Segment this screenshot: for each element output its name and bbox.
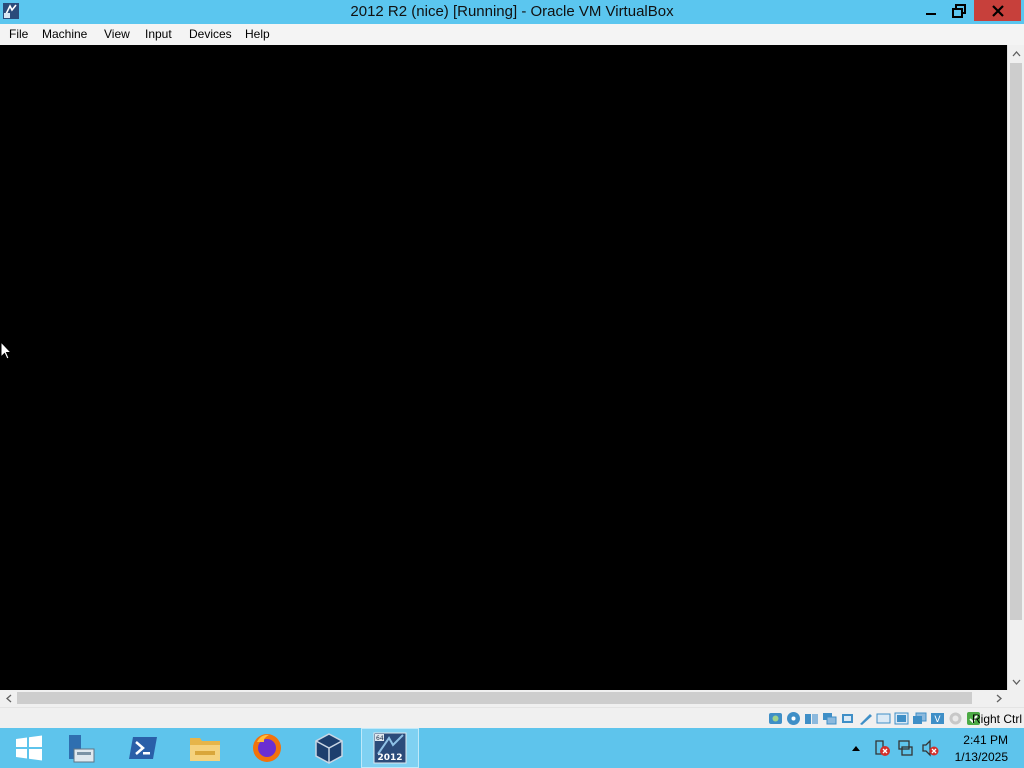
menu-machine[interactable]: Machine: [40, 27, 89, 41]
volume-button[interactable]: [921, 728, 939, 768]
vertical-scrollbar[interactable]: [1007, 45, 1024, 690]
taskbar-clock[interactable]: 2:41 PM 1/13/2025: [955, 732, 1008, 766]
close-button[interactable]: [974, 0, 1021, 21]
taskbar-vm-2012[interactable]: 64 2012: [361, 728, 419, 768]
show-hidden-icons-chevron: [852, 746, 860, 751]
action-center-button[interactable]: [873, 728, 891, 768]
chevron-down-icon: [1012, 679, 1021, 685]
restore-icon: [952, 3, 966, 18]
clock-time: 2:41 PM: [963, 733, 1008, 747]
usb-icon[interactable]: [839, 711, 856, 726]
chevron-up-icon: [1012, 50, 1021, 56]
menu-input[interactable]: Input: [143, 27, 174, 41]
window-title: 2012 R2 (nice) [Running] - Oracle VM Vir…: [350, 3, 674, 20]
mouse-integration-icon[interactable]: [947, 711, 964, 726]
host-key-label[interactable]: Right Ctrl: [972, 712, 1022, 726]
show-hidden-icons-button[interactable]: [851, 728, 861, 768]
menu-help[interactable]: Help: [243, 27, 272, 41]
file-explorer-icon: [190, 738, 220, 761]
scroll-down-button[interactable]: [1008, 673, 1024, 690]
horizontal-scroll-thumb[interactable]: [17, 692, 972, 704]
taskbar-virtualbox[interactable]: [300, 728, 358, 768]
minimize-button[interactable]: [917, 0, 945, 21]
audio-icon[interactable]: [803, 711, 820, 726]
menu-file[interactable]: File: [7, 27, 30, 41]
scrollbar-corner: [1007, 690, 1024, 707]
network-tray-button[interactable]: [897, 728, 915, 768]
taskbar-file-explorer[interactable]: [176, 728, 234, 768]
taskbar-firefox[interactable]: [238, 728, 296, 768]
vm-2012-icon: 64 2012: [373, 732, 407, 764]
virtualbox-icon: [315, 733, 343, 764]
svg-text:64: 64: [376, 735, 384, 742]
clock-date: 1/13/2025: [954, 750, 1008, 764]
restore-button[interactable]: [945, 0, 973, 21]
status-bar: V Right Ctrl: [0, 707, 1024, 729]
taskbar-powershell[interactable]: [114, 728, 172, 768]
start-button[interactable]: [0, 728, 58, 768]
svg-text:2012: 2012: [377, 753, 402, 763]
title-bar[interactable]: 2012 R2 (nice) [Running] - Oracle VM Vir…: [0, 0, 1024, 25]
horizontal-scrollbar[interactable]: [0, 690, 1007, 707]
chevron-left-icon: [5, 694, 11, 703]
menu-bar: File Machine View Input Devices Help: [0, 24, 1024, 45]
firefox-icon: [253, 734, 281, 762]
virtualization-icon[interactable]: [911, 711, 928, 726]
vm-display[interactable]: [0, 45, 1007, 690]
hard-disk-icon[interactable]: [767, 711, 784, 726]
taskbar-server-manager[interactable]: [52, 728, 110, 768]
scroll-left-button[interactable]: [0, 690, 17, 707]
display-icon[interactable]: [875, 711, 892, 726]
video-capture-icon[interactable]: [893, 711, 910, 726]
windows-start-icon: [16, 735, 42, 761]
scroll-up-button[interactable]: [1008, 45, 1024, 62]
menu-devices[interactable]: Devices: [187, 27, 234, 41]
mouse-cursor-icon: [0, 341, 12, 360]
taskbar: 64 2012 2:41 PM 1/13/2025: [0, 728, 1024, 768]
chevron-right-icon: [996, 694, 1002, 703]
powershell-icon: [129, 737, 157, 759]
network-icon: [898, 740, 913, 756]
shared-folders-icon[interactable]: [857, 711, 874, 726]
action-center-icon: [875, 740, 890, 756]
cpu-icon[interactable]: V: [929, 711, 946, 726]
volume-muted-icon: [922, 739, 939, 757]
scroll-right-button[interactable]: [990, 690, 1007, 707]
server-manager-icon: [69, 735, 95, 763]
minimize-icon: [926, 12, 936, 15]
close-icon: [991, 4, 1004, 17]
network-icon[interactable]: [821, 711, 838, 726]
svg-text:V: V: [934, 715, 941, 725]
optical-disk-icon[interactable]: [785, 711, 802, 726]
menu-view[interactable]: View: [102, 27, 132, 41]
vertical-scroll-thumb[interactable]: [1010, 63, 1022, 620]
